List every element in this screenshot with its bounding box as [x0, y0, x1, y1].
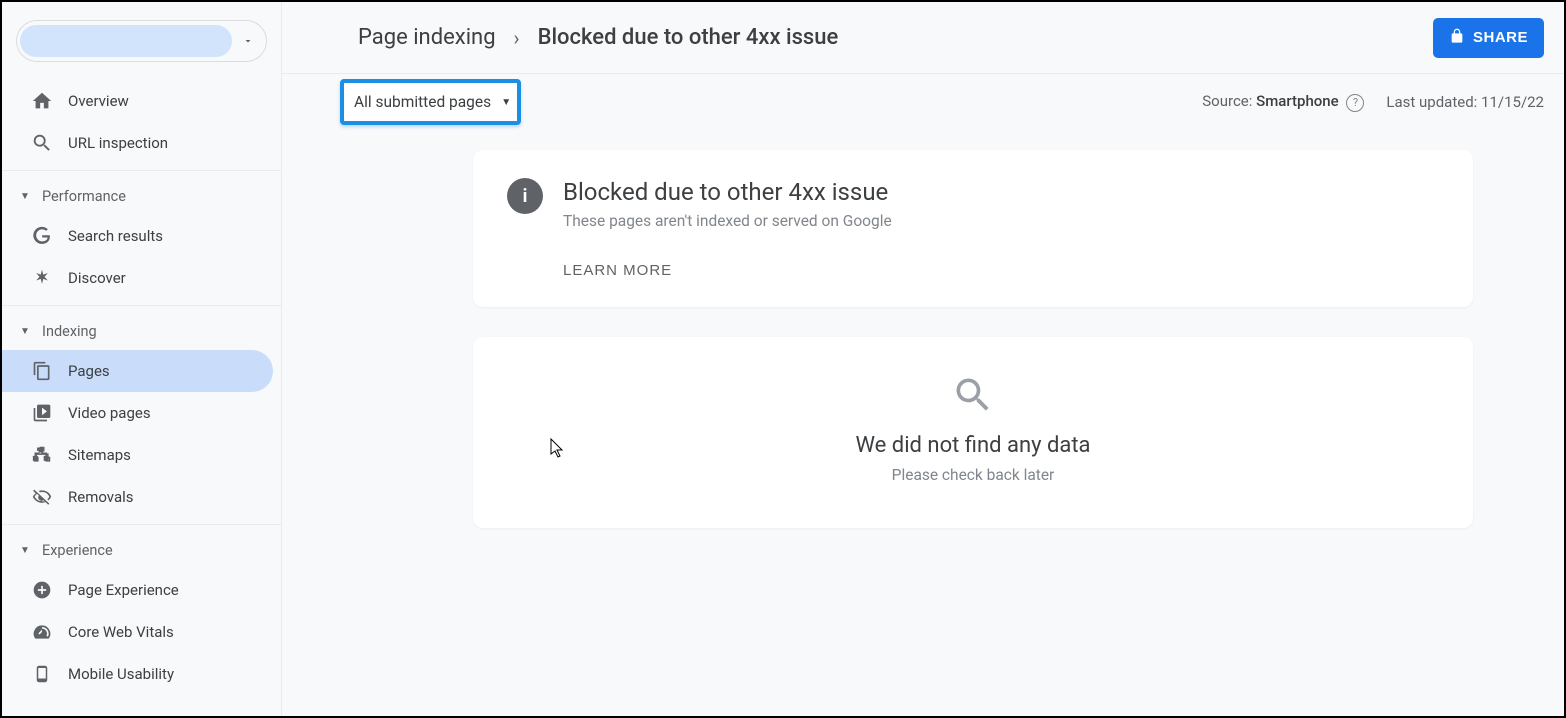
breadcrumb-current: Blocked due to other 4xx issue: [538, 25, 839, 50]
home-icon: [30, 89, 54, 113]
sitemap-icon: [30, 443, 54, 467]
property-selector[interactable]: [16, 20, 267, 62]
sidebar-item-pages[interactable]: Pages: [2, 350, 273, 392]
filter-selected: All submitted pages: [354, 93, 491, 111]
sidebar-item-removals[interactable]: Removals: [2, 476, 273, 518]
share-label: SHARE: [1473, 29, 1528, 46]
property-pill: [20, 25, 232, 57]
google-icon: [30, 224, 54, 248]
meta-info: Source: Smartphone ? Last updated: 11/15…: [1202, 92, 1544, 112]
chevron-right-icon: ›: [514, 26, 520, 50]
sidebar-item-label: Page Experience: [68, 581, 179, 599]
sidebar-section-indexing[interactable]: ▼ Indexing: [2, 312, 281, 350]
caret-down-icon: ▼: [20, 191, 32, 202]
caret-down-icon: ▼: [501, 97, 511, 108]
section-label: Indexing: [42, 323, 97, 340]
issue-subtitle: These pages aren't indexed or served on …: [563, 212, 892, 230]
sidebar-section-experience[interactable]: ▼ Experience: [2, 531, 281, 569]
sidebar-item-sitemaps[interactable]: Sitemaps: [2, 434, 273, 476]
visibility-off-icon: [30, 485, 54, 509]
sidebar-item-mobile-usability[interactable]: Mobile Usability: [2, 653, 273, 695]
mobile-icon: [30, 662, 54, 686]
source-info: Source: Smartphone ?: [1202, 92, 1364, 112]
sidebar-item-discover[interactable]: Discover: [2, 257, 273, 299]
divider: [2, 170, 281, 171]
divider: [2, 305, 281, 306]
sidebar: Overview URL inspection ▼ Performance Se…: [2, 2, 282, 716]
header: Page indexing › Blocked due to other 4xx…: [282, 2, 1564, 74]
sidebar-item-video-pages[interactable]: Video pages: [2, 392, 273, 434]
content: i Blocked due to other 4xx issue These p…: [282, 130, 1564, 716]
plus-circle-icon: [30, 578, 54, 602]
sidebar-item-label: Removals: [68, 488, 134, 506]
chevron-down-icon: [238, 31, 258, 51]
caret-down-icon: ▼: [20, 326, 32, 337]
breadcrumb: Page indexing › Blocked due to other 4xx…: [358, 25, 838, 50]
sidebar-item-label: Pages: [68, 362, 110, 380]
sidebar-item-label: Search results: [68, 227, 163, 245]
sidebar-item-label: URL inspection: [68, 134, 168, 152]
sidebar-item-label: Discover: [68, 269, 126, 287]
section-label: Performance: [42, 188, 126, 205]
section-label: Experience: [42, 542, 113, 559]
sidebar-item-core-web-vitals[interactable]: Core Web Vitals: [2, 611, 273, 653]
issue-title: Blocked due to other 4xx issue: [563, 178, 892, 206]
sidebar-item-page-experience[interactable]: Page Experience: [2, 569, 273, 611]
sidebar-section-performance[interactable]: ▼ Performance: [2, 177, 281, 215]
search-icon: [507, 373, 1439, 421]
sidebar-item-label: Video pages: [68, 404, 151, 422]
empty-state-card: We did not find any data Please check ba…: [473, 337, 1473, 528]
divider: [2, 524, 281, 525]
filter-dropdown[interactable]: All submitted pages ▼: [340, 79, 521, 125]
breadcrumb-parent[interactable]: Page indexing: [358, 25, 496, 50]
sidebar-item-label: Mobile Usability: [68, 665, 174, 683]
video-icon: [30, 401, 54, 425]
subheader: All submitted pages ▼ Source: Smartphone…: [282, 74, 1564, 130]
main: Page indexing › Blocked due to other 4xx…: [282, 2, 1564, 716]
empty-subtitle: Please check back later: [507, 466, 1439, 484]
sidebar-item-search-results[interactable]: Search results: [2, 215, 273, 257]
sidebar-item-overview[interactable]: Overview: [2, 80, 273, 122]
share-button[interactable]: SHARE: [1433, 18, 1544, 58]
help-icon[interactable]: ?: [1346, 94, 1364, 112]
asterisk-icon: [30, 266, 54, 290]
sidebar-item-label: Overview: [68, 92, 129, 110]
speed-icon: [30, 620, 54, 644]
pages-icon: [30, 359, 54, 383]
lock-icon: [1449, 28, 1465, 48]
caret-down-icon: ▼: [20, 545, 32, 556]
sidebar-item-label: Core Web Vitals: [68, 623, 174, 641]
learn-more-button[interactable]: LEARN MORE: [563, 262, 672, 279]
info-icon: i: [507, 178, 543, 214]
search-icon: [30, 131, 54, 155]
sidebar-item-url-inspection[interactable]: URL inspection: [2, 122, 273, 164]
issue-card: i Blocked due to other 4xx issue These p…: [473, 150, 1473, 307]
sidebar-item-label: Sitemaps: [68, 446, 131, 464]
empty-title: We did not find any data: [507, 433, 1439, 458]
updated-info: Last updated: 11/15/22: [1386, 93, 1544, 111]
